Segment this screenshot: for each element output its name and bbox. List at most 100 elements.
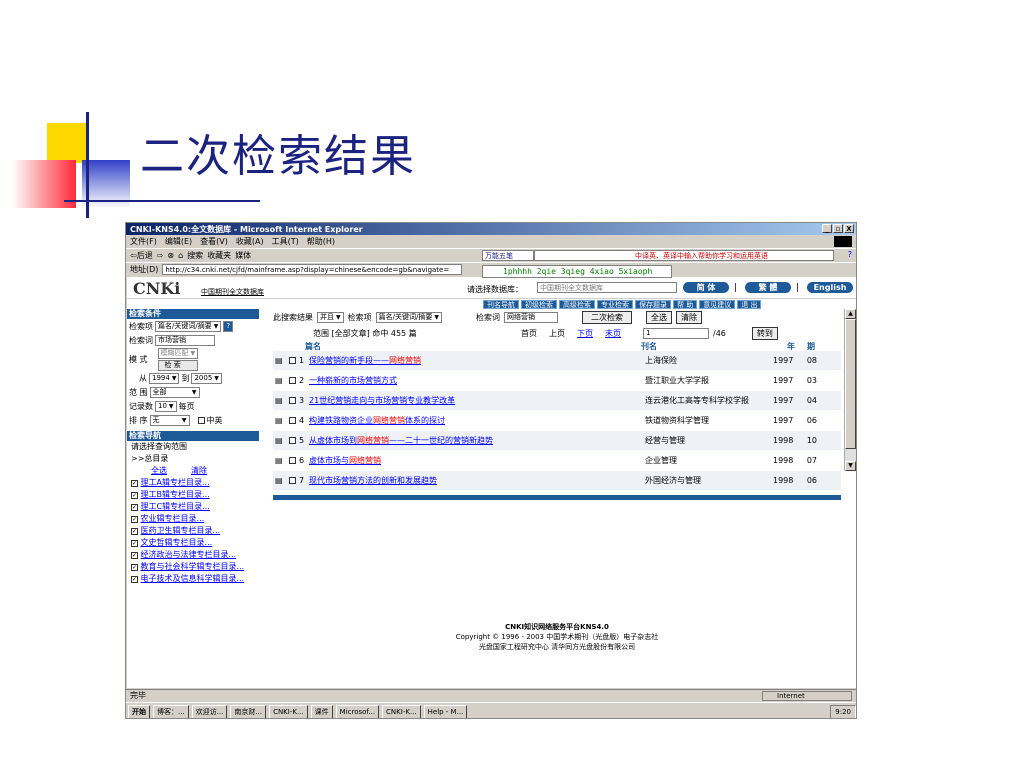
clear-button[interactable]: 清除 bbox=[675, 310, 702, 324]
scroll-down-icon[interactable]: ▼ bbox=[845, 461, 856, 471]
doc-icon[interactable]: ▤ bbox=[273, 396, 285, 405]
nav-expert[interactable]: 专业检索 bbox=[597, 300, 633, 309]
row-checkbox[interactable] bbox=[289, 477, 296, 484]
menu-tools[interactable]: 工具(T) bbox=[272, 236, 299, 247]
doc-icon[interactable]: ▤ bbox=[273, 476, 285, 485]
count-select[interactable]: 10 ▼ bbox=[155, 400, 177, 412]
cat-checkbox[interactable]: ✓ bbox=[131, 540, 138, 547]
term-input[interactable]: 市场营销 bbox=[155, 334, 215, 346]
logo-subtitle[interactable]: 中国期刊全文数据库 bbox=[201, 287, 264, 297]
nav-save[interactable]: 保存题录 bbox=[635, 300, 671, 309]
goto-button[interactable]: 转到 bbox=[751, 326, 778, 340]
select-all-button[interactable]: 全选 bbox=[645, 310, 672, 324]
minimize-button[interactable]: _ bbox=[822, 224, 832, 233]
nav-root[interactable]: >>总目录 bbox=[127, 453, 259, 465]
menu-favorites[interactable]: 收藏(A) bbox=[236, 236, 264, 247]
cat-link[interactable]: 理工C辑专栏目录... bbox=[141, 502, 210, 511]
to-select[interactable]: 2005 ▼ bbox=[191, 372, 222, 384]
task-button[interactable]: 南京财... bbox=[230, 704, 267, 718]
row-title-link[interactable]: 构建铁路物资企业网络营销体系的探讨 bbox=[309, 415, 645, 426]
help-button[interactable]: ? bbox=[223, 320, 234, 332]
task-button[interactable]: 课件 bbox=[310, 704, 333, 718]
nav-basic[interactable]: 初级检索 bbox=[521, 300, 557, 309]
maximize-button[interactable]: ▫ bbox=[833, 224, 843, 233]
main-term-input[interactable]: 网络营销 bbox=[503, 311, 558, 323]
doc-icon[interactable]: ▤ bbox=[273, 376, 285, 385]
simplified-button[interactable]: 简 体 bbox=[683, 282, 729, 293]
back-button[interactable]: ⇦后退 bbox=[130, 250, 153, 261]
row-checkbox[interactable] bbox=[289, 357, 296, 364]
traditional-button[interactable]: 繁 體 bbox=[745, 282, 791, 293]
nav-journal[interactable]: 刊名导航 bbox=[483, 300, 519, 309]
left-search-button[interactable]: 检 索 bbox=[157, 359, 199, 371]
cat-link[interactable]: 农业辑专栏目录... bbox=[141, 514, 205, 523]
from-select[interactable]: 1994 ▼ bbox=[149, 372, 180, 384]
range-select[interactable]: 全部 ▼ bbox=[149, 386, 200, 398]
start-button[interactable]: 开始 bbox=[128, 704, 150, 718]
row-title-link[interactable]: 一种崭新的市场营销方式 bbox=[309, 375, 645, 386]
last-page-link[interactable]: 末页 bbox=[605, 328, 621, 339]
nav-help[interactable]: 帮 助 bbox=[673, 300, 698, 309]
cat-link[interactable]: 电子技术及信息科学辑目录... bbox=[141, 574, 245, 583]
doc-icon[interactable]: ▤ bbox=[273, 416, 285, 425]
home-icon[interactable]: ⌂ bbox=[178, 251, 183, 260]
row-title-link[interactable]: 从虚体市场到网络营销——二十一世纪的营销新趋势 bbox=[309, 435, 645, 446]
menu-file[interactable]: 文件(F) bbox=[130, 236, 157, 247]
row-title-link[interactable]: 现代市场营销方法的创新和发展趋势 bbox=[309, 475, 645, 486]
doc-icon[interactable]: ▤ bbox=[273, 356, 285, 365]
cat-link[interactable]: 理工A辑专栏目录... bbox=[141, 478, 210, 487]
search-button[interactable]: 搜索 bbox=[187, 250, 203, 261]
row-checkbox[interactable] bbox=[289, 437, 296, 444]
scrollbar[interactable]: ▲ ▼ bbox=[844, 309, 856, 471]
cat-checkbox[interactable]: ✓ bbox=[131, 564, 138, 571]
logic-select[interactable]: 并且 ▼ bbox=[317, 311, 344, 323]
doc-icon[interactable]: ▤ bbox=[273, 436, 285, 445]
doc-icon[interactable]: ▤ bbox=[273, 456, 285, 465]
nav-clear[interactable]: 清除 bbox=[191, 465, 207, 477]
cat-link[interactable]: 理工B辑专栏目录... bbox=[141, 490, 210, 499]
cat-link[interactable]: 教育与社会科学辑专栏目录... bbox=[141, 562, 245, 571]
secondary-search-button[interactable]: 二次检索 bbox=[581, 310, 632, 324]
nav-select-all[interactable]: 全选 bbox=[151, 465, 167, 477]
cat-checkbox[interactable]: ✓ bbox=[131, 528, 138, 535]
cat-checkbox[interactable]: ✓ bbox=[131, 504, 138, 511]
task-button[interactable]: CNKI-K... bbox=[269, 704, 308, 718]
nav-exit[interactable]: 退 出 bbox=[737, 300, 762, 309]
task-button[interactable]: Help - M... bbox=[423, 704, 468, 718]
row-checkbox[interactable] bbox=[289, 417, 296, 424]
next-page-link[interactable]: 下页 bbox=[577, 328, 593, 339]
nav-feedback[interactable]: 意见建议 bbox=[699, 300, 736, 309]
scroll-up-icon[interactable]: ▲ bbox=[845, 309, 856, 319]
ime-name[interactable]: 万能五笔 bbox=[482, 250, 534, 261]
ime-candidates[interactable]: 1phhhh 2qie 3qieg 4xiao 5xiaoph bbox=[482, 265, 672, 278]
ime-help-icon[interactable]: ? bbox=[848, 250, 852, 259]
nav-advanced[interactable]: 高级检索 bbox=[559, 300, 595, 309]
cat-link[interactable]: 经济政治与法律专栏目录... bbox=[141, 550, 237, 559]
cat-checkbox[interactable]: ✓ bbox=[131, 492, 138, 499]
menu-help[interactable]: 帮助(H) bbox=[307, 236, 335, 247]
address-input[interactable]: http://c34.cnki.net/cjfd/mainframe.asp?d… bbox=[162, 264, 463, 275]
row-checkbox[interactable] bbox=[289, 377, 296, 384]
cat-checkbox[interactable]: ✓ bbox=[131, 516, 138, 523]
english-button[interactable]: English bbox=[807, 282, 853, 293]
row-title-link[interactable]: 21世纪营销走向与市场营销专业教学改革 bbox=[309, 395, 645, 406]
task-button[interactable]: Microsof... bbox=[335, 704, 380, 718]
task-button[interactable]: 欢迎访... bbox=[191, 704, 228, 718]
row-title-link[interactable]: 虚体市场与网络营销 bbox=[309, 455, 645, 466]
cat-link[interactable]: 医药卫生辑专栏目录... bbox=[141, 526, 221, 535]
mode-select[interactable]: 模糊匹配 ▼ bbox=[157, 347, 199, 359]
task-button[interactable]: CNKI-K... bbox=[382, 704, 421, 718]
cat-link[interactable]: 文史哲辑专栏目录... bbox=[141, 538, 213, 547]
zh-en-checkbox[interactable] bbox=[197, 416, 205, 424]
stop-icon[interactable]: ⊗ bbox=[167, 251, 174, 260]
cat-checkbox[interactable]: ✓ bbox=[131, 552, 138, 559]
menu-edit[interactable]: 编辑(E) bbox=[165, 236, 192, 247]
cat-checkbox[interactable]: ✓ bbox=[131, 480, 138, 487]
task-button[interactable]: 博客：... bbox=[153, 704, 189, 718]
close-button[interactable]: X bbox=[844, 224, 854, 233]
favorites-button[interactable]: 收藏夹 bbox=[207, 250, 231, 261]
scroll-thumb[interactable] bbox=[845, 319, 856, 449]
row-checkbox[interactable] bbox=[289, 397, 296, 404]
row-checkbox[interactable] bbox=[289, 457, 296, 464]
sort-select[interactable]: 无 ▼ bbox=[149, 414, 190, 426]
